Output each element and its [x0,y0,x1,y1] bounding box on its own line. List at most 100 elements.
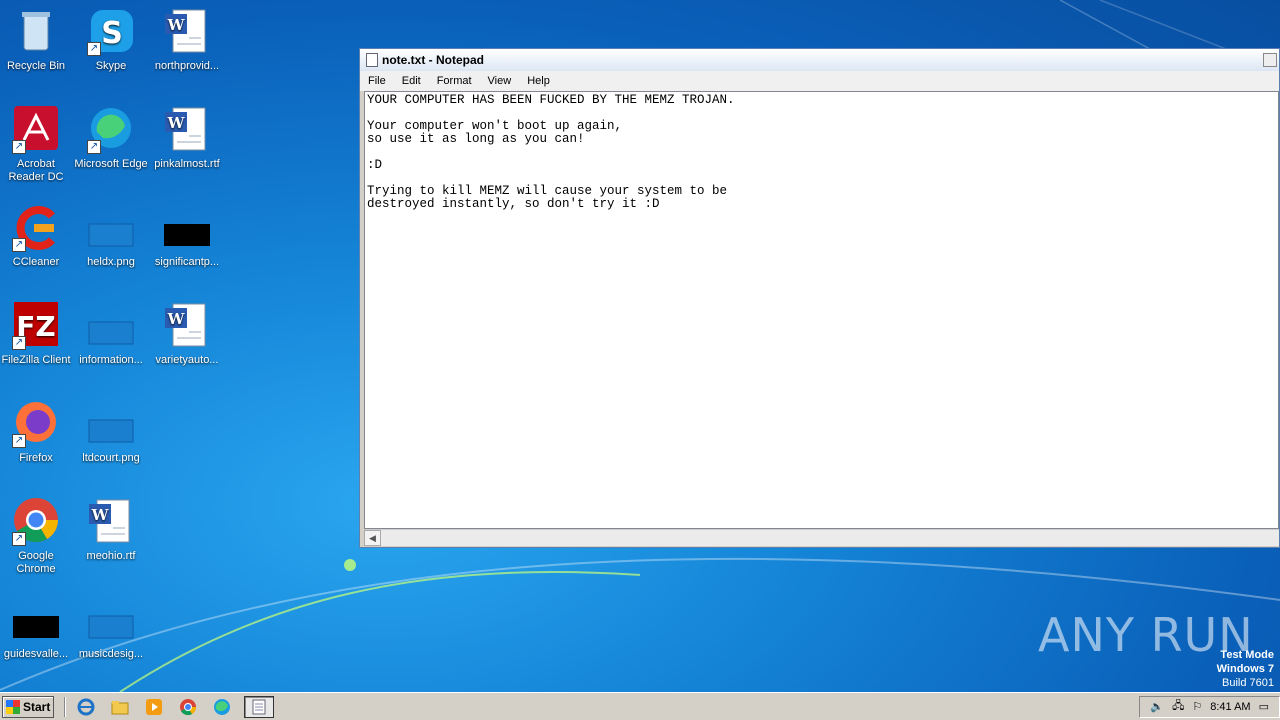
shortcut-arrow-icon: ↗ [12,336,26,350]
taskbar-separator [64,696,66,717]
desktop-icon-guidesvalle[interactable]: guidesvalle... [0,596,74,661]
notepad-icon [366,53,378,67]
desktop-icon-label: CCleaner [12,256,60,268]
image-file-icon [87,204,135,252]
menu-bar: File Edit Format View Help [360,71,1279,91]
shortcut-arrow-icon: ↗ [12,238,26,252]
desktop-icon-label: Google Chrome [16,550,56,575]
test-mode-notice: Test Mode Windows 7 Build 7601 [1217,648,1274,690]
desktop-icon-pinkalmost[interactable]: W pinkalmost.rtf [149,106,225,171]
image-file-icon [87,302,135,350]
word-doc-icon: W [163,8,211,56]
desktop-icon-ccleaner[interactable]: ↗ CCleaner [0,204,74,269]
shortcut-arrow-icon: ↗ [87,42,101,56]
svg-text:S: S [101,16,123,51]
image-file-icon [87,400,135,448]
media-player-quicklaunch[interactable] [142,695,166,719]
desktop-icon-northprovid[interactable]: W northprovid... [149,8,225,73]
os-label: Windows 7 [1216,663,1274,675]
desktop-icon-edge[interactable]: ↗ Microsoft Edge [73,106,149,171]
edge-icon: ↗ [87,106,135,154]
image-file-icon [87,596,135,644]
scroll-left-icon[interactable]: ◀ [364,530,381,546]
desktop-icon-ltdcourt[interactable]: ltdcourt.png [73,400,149,465]
desktop-icon-varietyauto[interactable]: W varietyauto... [149,302,225,367]
word-doc-icon: W [163,106,211,154]
ie-quicklaunch[interactable] [74,695,98,719]
desktop-icon-label: meohio.rtf [86,550,136,562]
notepad-icon [252,699,266,714]
edge-icon [214,698,230,715]
desktop-icon-label: ltdcourt.png [82,452,140,464]
shortcut-arrow-icon: ↗ [12,434,26,448]
clock[interactable]: 8:41 AM [1210,701,1250,713]
desktop-icon-skype[interactable]: S ↗ Skype [73,8,149,73]
svg-text:W: W [167,16,186,34]
menu-edit[interactable]: Edit [394,75,429,87]
desktop-icon-musicdesig[interactable]: musicdesig... [73,596,149,661]
desktop-icon-label: musicdesig... [78,648,144,660]
chrome-icon: ↗ [12,498,60,546]
desktop-icon-label: pinkalmost.rtf [154,158,220,170]
desktop-icon-label: information... [79,354,143,366]
menu-format[interactable]: Format [429,75,480,87]
taskbar-notepad-button[interactable] [244,695,274,718]
black-file-icon [12,596,60,644]
desktop-icon-label: Recycle Bin [6,60,66,72]
desktop-icon-heldx[interactable]: heldx.png [73,204,149,269]
start-button[interactable]: Start [2,695,54,718]
svg-text:W: W [91,506,110,524]
desktop-icon-information[interactable]: information... [73,302,149,367]
desktop-icon-chrome[interactable]: ↗ Google Chrome [0,498,74,576]
shortcut-arrow-icon: ↗ [12,532,26,546]
explorer-quicklaunch[interactable] [108,695,132,719]
folder-icon [111,700,129,714]
firefox-icon: ↗ [12,400,60,448]
desktop-icon-label: heldx.png [87,256,135,268]
desktop-icon-label: guidesvalle... [3,648,69,660]
word-doc-icon: W [87,498,135,546]
shortcut-arrow-icon: ↗ [12,140,26,154]
desktop-icon-label: Firefox [19,452,53,464]
svg-text:W: W [167,114,186,132]
taskbar: Start 🔈 🖧 ⚐ 8:41 AM ▭ [0,692,1280,720]
svg-text:W: W [167,310,186,328]
desktop-icon-label: northprovid... [154,60,220,72]
desktop-icon-firefox[interactable]: ↗ Firefox [0,400,74,465]
chrome-quicklaunch[interactable] [176,695,200,719]
test-mode-label: Test Mode [1220,649,1274,661]
notepad-titlebar[interactable]: note.txt - Notepad [360,49,1279,71]
desktop-icon-label: varietyauto... [155,354,219,366]
desktop-icon-label: Microsoft Edge [74,158,148,170]
show-desktop-icon[interactable]: ▭ [1259,700,1269,713]
internet-explorer-icon [77,698,95,715]
desktop-icon-meohio[interactable]: W meohio.rtf [73,498,149,563]
desktop-icon-label: Skype [95,60,127,72]
skype-icon: S ↗ [87,8,135,56]
desktop-icon-label: FileZilla Client [1,354,71,366]
menu-file[interactable]: File [360,75,394,87]
desktop-icon-label: significantp... [154,256,220,268]
media-player-icon [146,698,162,715]
desktop-icon-recycle-bin[interactable]: Recycle Bin [0,8,74,73]
chrome-icon [180,698,197,715]
menu-help[interactable]: Help [519,75,558,87]
volume-icon[interactable]: 🔈 [1150,700,1164,713]
desktop-icon-acrobat[interactable]: ↗ Acrobat Reader DC [0,106,74,184]
edge-quicklaunch[interactable] [210,695,234,719]
horizontal-scrollbar[interactable]: ◀ [364,529,1279,546]
menu-view[interactable]: View [480,75,520,87]
windows-flag-icon [6,699,20,714]
text-editor-area[interactable]: YOUR COMPUTER HAS BEEN FUCKED BY THE MEM… [364,91,1279,529]
network-icon[interactable]: 🖧 [1172,697,1184,716]
system-tray: 🔈 🖧 ⚐ 8:41 AM ▭ [1139,695,1280,718]
minimize-button[interactable] [1263,53,1277,67]
desktop-icon-filezilla[interactable]: FZ ↗ FileZilla Client [0,302,74,367]
desktop-icon-significantp[interactable]: significantp... [149,204,225,269]
notepad-window[interactable]: note.txt - Notepad File Edit Format View… [359,48,1280,548]
recycle-bin-icon [12,8,60,56]
action-center-flag-icon[interactable]: ⚐ [1192,700,1202,713]
word-doc-icon: W [163,302,211,350]
filezilla-icon: FZ ↗ [12,302,60,350]
black-file-icon [163,204,211,252]
